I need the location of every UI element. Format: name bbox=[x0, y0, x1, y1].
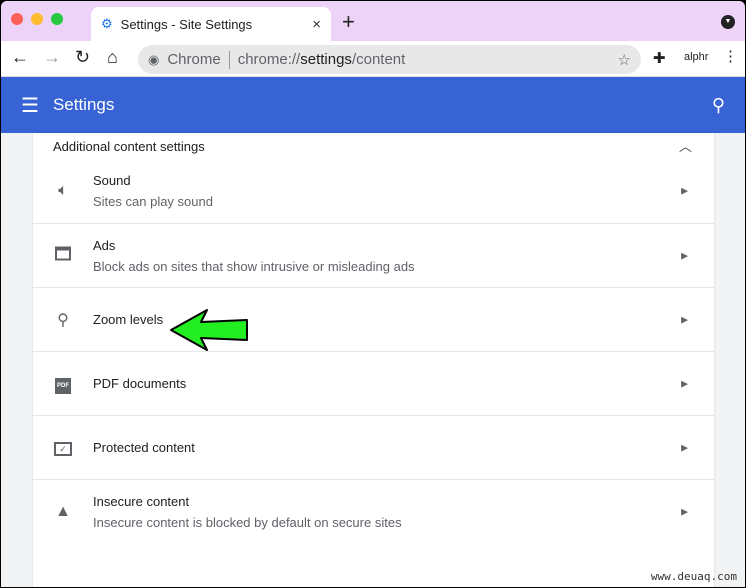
item-label: Insecure content bbox=[93, 493, 190, 509]
monitor-check-icon: ✓ bbox=[53, 439, 73, 457]
search-icon[interactable]: ⚲ bbox=[712, 95, 725, 116]
back-icon[interactable]: ← bbox=[11, 47, 29, 68]
item-label: Zoom levels bbox=[93, 312, 164, 327]
item-label: Protected content bbox=[93, 440, 195, 455]
page-title: Settings bbox=[52, 95, 115, 114]
menu-dots-icon[interactable]: ⋮ bbox=[723, 47, 738, 65]
toolbar: ← → ↻ ⌂ ◉ Chrome chrome://settings/conte… bbox=[1, 41, 745, 77]
chevron-up-icon[interactable]: ︿ bbox=[679, 136, 692, 155]
star-icon[interactable]: ☆ bbox=[618, 51, 631, 69]
reload-icon[interactable]: ↻ bbox=[75, 47, 90, 68]
arrow-right-icon: ▶ bbox=[681, 314, 688, 324]
tab-bar: ⚙ Settings - Site Settings × + ▼ bbox=[1, 1, 745, 41]
url-path: settings bbox=[300, 51, 352, 68]
warning-icon: ▲ bbox=[55, 502, 71, 520]
section-title: Additional content settings bbox=[53, 138, 205, 154]
close-window-button[interactable] bbox=[11, 13, 23, 25]
chrome-icon: ◉ bbox=[148, 51, 160, 67]
hamburger-menu-icon[interactable]: ☰ bbox=[21, 93, 39, 118]
tab-settings[interactable]: ⚙ Settings - Site Settings × bbox=[91, 7, 331, 41]
item-label: Sound bbox=[93, 173, 131, 188]
close-tab-button[interactable]: × bbox=[312, 16, 321, 33]
gear-icon: ⚙ bbox=[101, 16, 113, 31]
arrow-right-icon: ▶ bbox=[681, 506, 688, 516]
green-arrow-annotation bbox=[170, 309, 248, 351]
forward-icon[interactable]: → bbox=[43, 47, 61, 68]
settings-header: ☰ Settings ⚲ bbox=[1, 77, 745, 133]
arrow-right-icon: ▶ bbox=[681, 442, 688, 452]
address-bar[interactable]: ◉ Chrome chrome://settings/content ☆ bbox=[138, 45, 641, 74]
omnibox-origin: Chrome bbox=[167, 51, 221, 68]
list-item-insecure-content[interactable]: ▲ Insecure content Insecure content is bl… bbox=[33, 479, 714, 543]
pdf-icon: PDF bbox=[53, 374, 73, 394]
section-header[interactable]: Additional content settings ︿ bbox=[33, 133, 714, 159]
url-suffix: /content bbox=[351, 51, 406, 68]
alphr-extension[interactable]: alphr bbox=[684, 51, 708, 63]
watermark: www.deuaq.com bbox=[650, 570, 737, 583]
list-item-pdf-documents[interactable]: PDF PDF documents ▶ bbox=[33, 351, 714, 415]
arrow-right-icon: ▶ bbox=[681, 250, 688, 260]
item-label: Ads bbox=[93, 237, 116, 253]
arrow-right-icon: ▶ bbox=[681, 378, 688, 388]
item-sub: Insecure content is blocked by default o… bbox=[93, 514, 402, 530]
maximize-window-button[interactable] bbox=[51, 13, 63, 25]
list-item-protected-content[interactable]: ✓ Protected content ▶ bbox=[33, 415, 714, 479]
search-icon: ⚲ bbox=[57, 311, 69, 329]
url-prefix: chrome:// bbox=[237, 51, 301, 68]
arrow-right-icon: ▶ bbox=[681, 185, 688, 196]
item-sub: Block ads on sites that show intrusive o… bbox=[93, 258, 415, 274]
list-item-zoom-levels[interactable]: ⚲ Zoom levels ▶ bbox=[33, 287, 714, 351]
tab-search-icon[interactable]: ▼ bbox=[721, 15, 735, 29]
tab-title: Settings - Site Settings bbox=[120, 16, 253, 32]
window-icon bbox=[53, 246, 73, 265]
item-sub: Sites can play sound bbox=[93, 194, 213, 209]
home-icon[interactable]: ⌂ bbox=[107, 47, 118, 68]
list-item-ads[interactable]: Ads Block ads on sites that show intrusiv… bbox=[33, 223, 714, 287]
item-label: PDF documents bbox=[93, 376, 187, 391]
extensions-icon[interactable]: ✚ bbox=[653, 49, 666, 67]
new-tab-button[interactable]: + bbox=[342, 9, 355, 35]
minimize-window-button[interactable] bbox=[31, 13, 43, 25]
speaker-icon: 🔈︎ bbox=[58, 182, 68, 199]
settings-card: Additional content settings ︿ 🔈︎ Sound Si… bbox=[33, 133, 714, 587]
browser-window: ⚙ Settings - Site Settings × + ▼ ← → ↻ ⌂… bbox=[1, 1, 745, 587]
list-item-sound[interactable]: 🔈︎ Sound Sites can play sound ▶ bbox=[33, 159, 714, 223]
